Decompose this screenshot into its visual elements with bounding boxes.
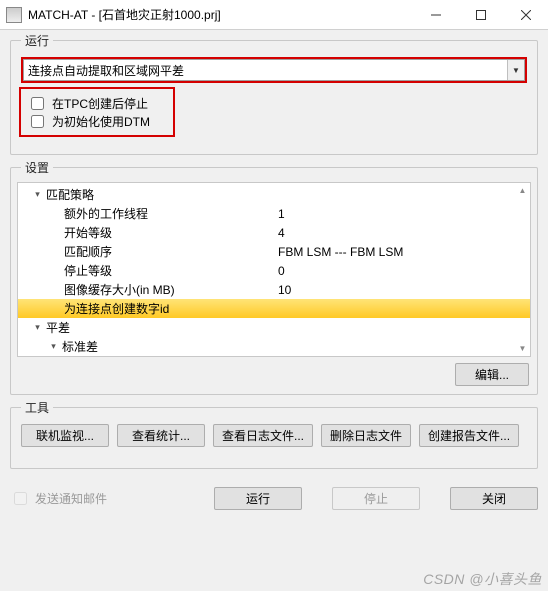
- minimize-button[interactable]: [413, 0, 458, 30]
- tree-row-digital-id[interactable]: 为连接点创建数字id: [18, 299, 530, 318]
- tools-group-title: 工具: [21, 399, 53, 416]
- send-mail-checkbox: 发送通知邮件: [10, 489, 107, 508]
- run-group-title: 运行: [21, 32, 53, 49]
- view-log-button[interactable]: 查看日志文件...: [213, 424, 313, 447]
- triangle-down-icon[interactable]: [32, 322, 43, 333]
- scroll-down-icon[interactable]: ▼: [517, 343, 528, 354]
- stop-after-tpc-checkbox[interactable]: 在TPC创建后停止: [27, 94, 167, 112]
- delete-log-button[interactable]: 删除日志文件: [321, 424, 411, 447]
- use-dtm-input[interactable]: [31, 115, 44, 128]
- stop-after-tpc-label: 在TPC创建后停止: [52, 95, 148, 112]
- run-mode-highlight: 连接点自动提取和区域网平差 ▼: [23, 59, 525, 81]
- use-dtm-label: 为初始化使用DTM: [52, 113, 150, 130]
- triangle-down-icon[interactable]: [48, 341, 59, 352]
- window-title: MATCH-AT - [石首地灾正射1000.prj]: [28, 6, 413, 23]
- tree-node-adjust[interactable]: 平差: [18, 318, 530, 337]
- tree-node-stdev[interactable]: 标准差: [18, 337, 530, 356]
- maximize-button[interactable]: [458, 0, 503, 30]
- settings-group-title: 设置: [21, 159, 53, 176]
- close-button[interactable]: [503, 0, 548, 30]
- tree-node-match[interactable]: 匹配策略: [18, 185, 530, 204]
- stop-after-tpc-input[interactable]: [31, 97, 44, 110]
- client-area: 运行 连接点自动提取和区域网平差 ▼ 在TPC创建后停止 为初始化使用DTM 设…: [0, 30, 548, 591]
- run-group: 运行 连接点自动提取和区域网平差 ▼ 在TPC创建后停止 为初始化使用DTM: [10, 40, 538, 155]
- title-bar: MATCH-AT - [石首地灾正射1000.prj]: [0, 0, 548, 30]
- tree-row-matchorder[interactable]: 匹配顺序 FBM LSM --- FBM LSM: [18, 242, 530, 261]
- stop-button: 停止: [332, 487, 420, 510]
- scroll-up-icon[interactable]: ▲: [517, 185, 528, 196]
- tree-row-startlevel[interactable]: 开始等级 4: [18, 223, 530, 242]
- tree-row-stoplevel[interactable]: 停止等级 0: [18, 261, 530, 280]
- app-icon: [6, 7, 22, 23]
- view-stats-button[interactable]: 查看统计...: [117, 424, 205, 447]
- send-mail-input: [14, 492, 27, 505]
- settings-tree[interactable]: 匹配策略 额外的工作线程 1 开始等级 4 匹配顺序 FBM LSM --- F…: [17, 182, 531, 357]
- tree-row-threads[interactable]: 额外的工作线程 1: [18, 204, 530, 223]
- tree-row-gnss[interactable]: GNSS 0.100 0.100 0.100: [18, 356, 530, 357]
- tree-row-cache[interactable]: 图像缓存大小(in MB) 10: [18, 280, 530, 299]
- footer: 发送通知邮件 运行 停止 关闭: [10, 481, 538, 510]
- create-report-button[interactable]: 创建报告文件...: [419, 424, 519, 447]
- run-mode-value: 连接点自动提取和区域网平差: [24, 62, 507, 79]
- run-checkboxes-highlight: 在TPC创建后停止 为初始化使用DTM: [21, 89, 173, 135]
- tree-inner: 匹配策略 额外的工作线程 1 开始等级 4 匹配顺序 FBM LSM --- F…: [18, 183, 530, 357]
- triangle-down-icon[interactable]: [32, 189, 43, 200]
- settings-group: 设置 匹配策略 额外的工作线程 1 开始等级 4: [10, 167, 538, 395]
- send-mail-label: 发送通知邮件: [35, 490, 107, 507]
- online-monitor-button[interactable]: 联机监视...: [21, 424, 109, 447]
- run-button[interactable]: 运行: [214, 487, 302, 510]
- chevron-down-icon: ▼: [507, 60, 524, 80]
- tree-scrollbar[interactable]: ▲ ▼: [517, 185, 528, 354]
- use-dtm-checkbox[interactable]: 为初始化使用DTM: [27, 112, 167, 130]
- run-mode-combo[interactable]: 连接点自动提取和区域网平差 ▼: [23, 59, 525, 81]
- close-footer-button[interactable]: 关闭: [450, 487, 538, 510]
- edit-button[interactable]: 编辑...: [455, 363, 529, 386]
- tools-group: 工具 联机监视... 查看统计... 查看日志文件... 删除日志文件 创建报告…: [10, 407, 538, 469]
